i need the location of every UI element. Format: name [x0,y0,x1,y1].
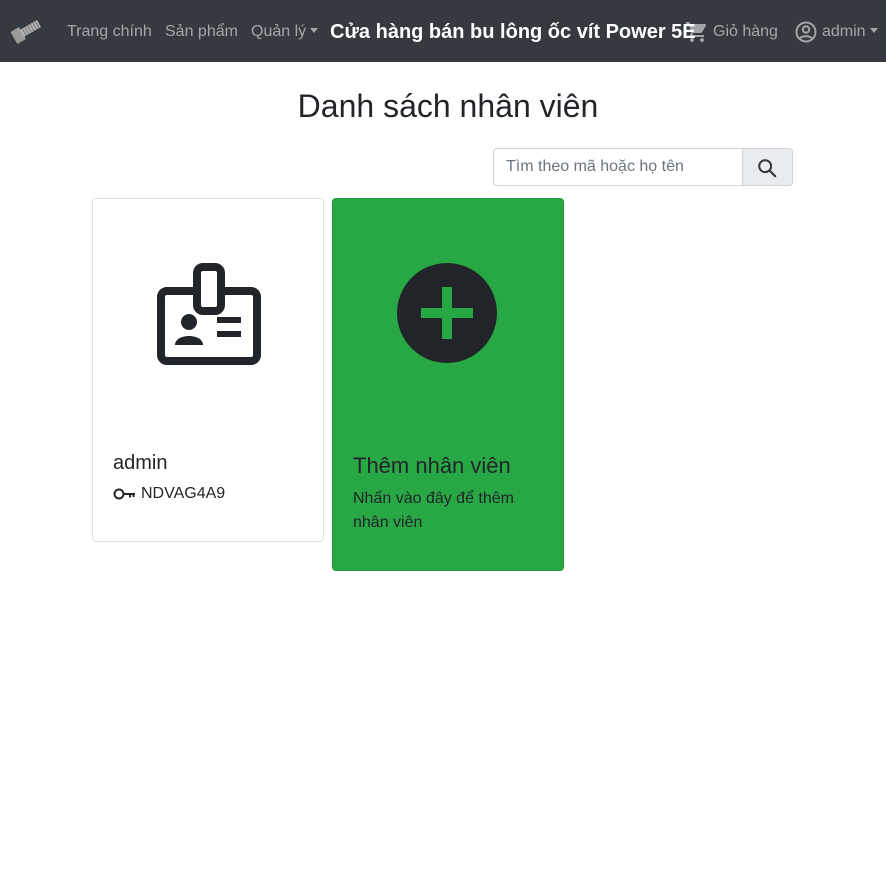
employee-card[interactable]: admin NDVAG4A9 [92,198,324,542]
add-employee-title: Thêm nhân viên [353,453,511,478]
nav-link-manage-label: Quản lý [251,23,307,40]
employee-id: NDVAG4A9 [141,485,226,502]
cart-icon [686,22,707,42]
search-group [493,148,793,186]
chevron-down-icon [310,28,319,33]
add-employee-card[interactable]: Thêm nhân viên Nhấn vào đây để thêm nhân… [332,198,564,571]
employee-name: admin [113,452,168,474]
nav-user-label: admin [822,23,866,40]
plus-circle-icon [397,263,497,363]
search-icon [758,159,777,178]
nav-link-home[interactable]: Trang chính [67,22,152,42]
add-employee-description: Nhấn vào đây để thêm nhân viên [353,490,514,531]
bolt-logo-icon[interactable] [8,15,44,47]
nav-dropdown-manage[interactable]: Quản lý [251,22,319,42]
nav-dropdown-user[interactable]: admin [822,22,878,42]
nav-link-cart[interactable]: Giỏ hàng [713,22,778,42]
nav-link-products[interactable]: Sản phẩm [165,22,238,42]
brand-title[interactable]: Cửa hàng bán bu lông ốc vít Power 5E [330,20,696,44]
search-input[interactable] [493,148,743,186]
chevron-down-icon [869,28,878,33]
page-title: Danh sách nhân viên [297,88,599,124]
key-icon [113,488,135,500]
id-badge-icon [157,263,261,365]
user-circle-icon [795,21,817,43]
search-button[interactable] [743,148,793,186]
navbar: Trang chính Sản phẩm Quản lý Cửa hàng bá… [0,0,886,62]
